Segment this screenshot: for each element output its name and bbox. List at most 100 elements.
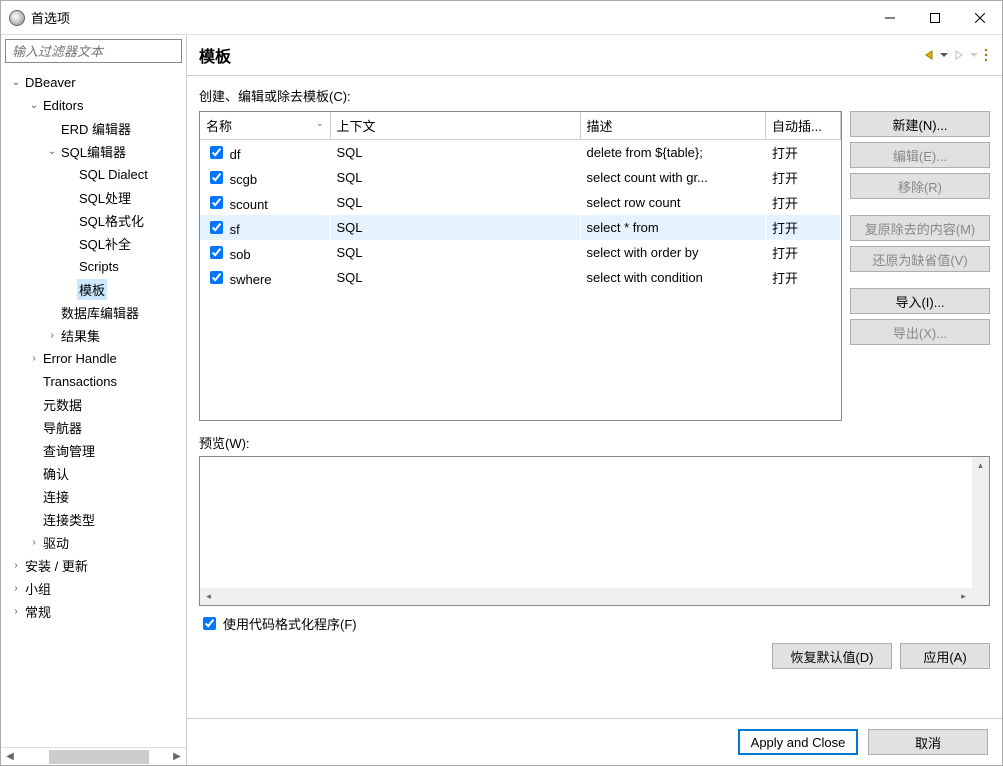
tree-item[interactable]: ⌄SQL编辑器 — [1, 140, 186, 163]
tree-item[interactable]: ⌄Editors — [1, 94, 186, 117]
tree-item[interactable]: ERD 编辑器 — [1, 117, 186, 140]
tree-item[interactable]: ›小组 — [1, 577, 186, 600]
row-auto: 打开 — [766, 215, 841, 240]
row-checkbox[interactable] — [210, 146, 223, 159]
chevron-right-icon[interactable]: › — [27, 537, 41, 548]
tree-item-label: 元数据 — [41, 394, 84, 415]
tree-item[interactable]: ›安装 / 更新 — [1, 554, 186, 577]
row-desc: select * from — [580, 215, 766, 240]
apply-button[interactable]: 应用(A) — [900, 643, 990, 669]
col-context[interactable]: 上下文 — [330, 112, 580, 140]
tree-item[interactable]: Transactions — [1, 370, 186, 393]
row-checkbox[interactable] — [210, 196, 223, 209]
chevron-right-icon[interactable]: › — [9, 560, 23, 571]
tree-item[interactable]: ›常规 — [1, 600, 186, 623]
chevron-right-icon[interactable]: › — [27, 353, 41, 364]
row-auto: 打开 — [766, 190, 841, 215]
revert-default-button[interactable]: 还原为缺省值(V) — [850, 246, 990, 272]
tree-item-label: Editors — [41, 97, 85, 114]
row-checkbox[interactable] — [210, 271, 223, 284]
tree-item-label: 导航器 — [41, 417, 84, 438]
tree-item[interactable]: 数据库编辑器 — [1, 301, 186, 324]
col-desc[interactable]: 描述 — [580, 112, 766, 140]
cancel-button[interactable]: 取消 — [868, 729, 988, 755]
tree-item[interactable]: 连接类型 — [1, 508, 186, 531]
row-auto: 打开 — [766, 265, 841, 290]
filter-input[interactable] — [5, 39, 182, 63]
tree-item[interactable]: ›Error Handle — [1, 347, 186, 370]
tree-item-label: SQL处理 — [77, 187, 133, 208]
row-name: df — [226, 147, 240, 162]
row-desc: select with order by — [580, 240, 766, 265]
chevron-right-icon[interactable]: › — [9, 583, 23, 594]
row-checkbox[interactable] — [210, 246, 223, 259]
sort-icon: ⌄ — [316, 118, 324, 129]
tree-item[interactable]: ›结果集 — [1, 324, 186, 347]
templates-table[interactable]: 名称⌄ 上下文 描述 自动插... dfSQLdelete from ${tab… — [199, 111, 842, 421]
restore-removed-button[interactable]: 复原除去的内容(M) — [850, 215, 990, 241]
table-row[interactable]: scgbSQLselect count with gr...打开 — [200, 165, 841, 190]
tree-item-label: 小组 — [23, 578, 53, 599]
tree-item-label: Transactions — [41, 373, 119, 390]
tree-item[interactable]: SQL Dialect — [1, 163, 186, 186]
maximize-button[interactable] — [912, 2, 957, 34]
table-row[interactable]: dfSQLdelete from ${table};打开 — [200, 140, 841, 166]
dropdown-icon[interactable] — [940, 51, 948, 59]
tree-item[interactable]: 元数据 — [1, 393, 186, 416]
chevron-right-icon[interactable]: › — [45, 330, 59, 341]
table-row[interactable]: sf SQLselect * from打开 — [200, 215, 841, 240]
row-context: SQL — [330, 265, 580, 290]
remove-button[interactable]: 移除(R) — [850, 173, 990, 199]
chevron-down-icon[interactable]: ⌄ — [45, 146, 59, 157]
export-button[interactable]: 导出(X)... — [850, 319, 990, 345]
apply-and-close-button[interactable]: Apply and Close — [738, 729, 858, 755]
tree-item-label: 连接 — [41, 486, 71, 507]
tree-item-label: ERD 编辑器 — [59, 118, 133, 139]
table-row-empty — [200, 390, 841, 415]
tree-item[interactable]: 连接 — [1, 485, 186, 508]
tree-item[interactable]: 导航器 — [1, 416, 186, 439]
preview-vscroll[interactable]: ▴ — [972, 457, 989, 588]
edit-button[interactable]: 编辑(E)... — [850, 142, 990, 168]
tree-item[interactable]: ⌄DBeaver — [1, 71, 186, 94]
preview-hscroll[interactable]: ◂▸ — [200, 588, 972, 605]
table-row[interactable]: sobSQLselect with order by打开 — [200, 240, 841, 265]
chevron-down-icon[interactable]: ⌄ — [9, 77, 23, 88]
tree-item[interactable]: SQL格式化 — [1, 209, 186, 232]
tree-item[interactable]: SQL处理 — [1, 186, 186, 209]
use-formatter-checkbox[interactable] — [203, 617, 216, 630]
forward-icon[interactable] — [952, 49, 966, 61]
row-name: sf — [226, 222, 240, 237]
window-title: 首选项 — [31, 8, 867, 27]
chevron-down-icon[interactable]: ⌄ — [27, 100, 41, 111]
minimize-button[interactable] — [867, 2, 912, 34]
preference-tree[interactable]: ⌄DBeaver⌄EditorsERD 编辑器⌄SQL编辑器SQL Dialec… — [1, 67, 186, 747]
dropdown-icon-2[interactable] — [970, 51, 978, 59]
back-icon[interactable] — [922, 49, 936, 61]
chevron-right-icon[interactable]: › — [9, 606, 23, 617]
tree-item[interactable]: 查询管理 — [1, 439, 186, 462]
import-button[interactable]: 导入(I)... — [850, 288, 990, 314]
tree-item[interactable]: SQL补全 — [1, 232, 186, 255]
tree-item-label: DBeaver — [23, 74, 78, 91]
row-checkbox[interactable] — [210, 171, 223, 184]
sidebar-hscroll[interactable]: ◀▶ — [1, 747, 186, 765]
tree-item[interactable]: 确认 — [1, 462, 186, 485]
menu-icon[interactable] — [982, 48, 990, 62]
tree-item-label: 数据库编辑器 — [59, 302, 141, 323]
tree-item[interactable]: Scripts — [1, 255, 186, 278]
tree-item[interactable]: 模板 — [1, 278, 186, 301]
close-button[interactable] — [957, 2, 1002, 34]
col-name[interactable]: 名称⌄ — [200, 112, 330, 140]
row-checkbox[interactable] — [210, 221, 223, 234]
filter-box — [5, 39, 182, 63]
row-context: SQL — [330, 215, 580, 240]
table-row[interactable]: swhereSQLselect with condition打开 — [200, 265, 841, 290]
new-button[interactable]: 新建(N)... — [850, 111, 990, 137]
preview-box[interactable]: ▴ ◂▸ — [199, 456, 990, 606]
row-context: SQL — [330, 165, 580, 190]
col-auto[interactable]: 自动插... — [766, 112, 841, 140]
tree-item[interactable]: ›驱动 — [1, 531, 186, 554]
restore-defaults-button[interactable]: 恢复默认值(D) — [772, 643, 892, 669]
table-row[interactable]: scountSQLselect row count打开 — [200, 190, 841, 215]
